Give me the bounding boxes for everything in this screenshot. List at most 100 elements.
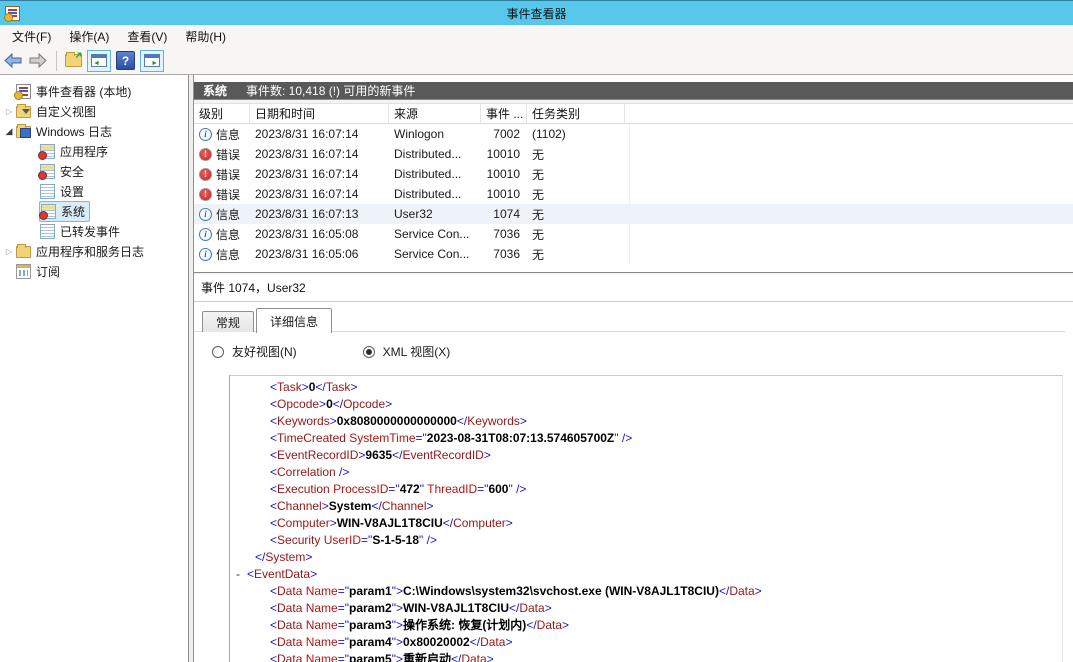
radio-circle[interactable] <box>363 346 375 358</box>
table-row[interactable]: i信息2023/8/31 16:07:13User321074无 <box>194 204 1073 224</box>
xml-token: > <box>310 567 317 581</box>
category-cell: 无 <box>527 166 625 183</box>
tree-item[interactable]: ◢Windows 日志 <box>0 121 188 141</box>
preview-pane-toggle-icon[interactable]: ► <box>140 50 164 72</box>
table-row[interactable]: i信息2023/8/31 16:05:08Service Con...7036无 <box>194 224 1073 244</box>
xml-token: Keywords <box>277 414 330 428</box>
xml-token: ProcessID <box>333 482 388 496</box>
xml-line: -<EventData> <box>230 566 1062 583</box>
event-id-cell: 7036 <box>481 227 527 241</box>
xml-token: > <box>385 397 392 411</box>
xml-token: </ <box>457 414 467 428</box>
table-row[interactable]: !错误2023/8/31 16:07:14Distributed...10010… <box>194 184 1073 204</box>
event-id-cell: 10010 <box>481 147 527 161</box>
open-saved-log-icon[interactable]: ➜ <box>65 54 82 67</box>
tree-item[interactable]: 订阅 <box>0 261 188 281</box>
friendly-view-radio[interactable]: 友好视图(N) <box>212 343 297 360</box>
level-label: 信息 <box>216 246 240 263</box>
expand-collapsed-icon[interactable]: ▷ <box>3 247 15 256</box>
xml-token: > <box>305 550 312 564</box>
xml-line: <TimeCreated SystemTime="2023-08-31T08:0… <box>230 430 1062 447</box>
error-icon: ! <box>199 188 212 201</box>
xml-token: =" <box>338 618 349 632</box>
xml-token: > <box>545 601 552 615</box>
tree-item-body: 已转发事件 <box>39 222 124 241</box>
tree-item[interactable]: 设置 <box>0 181 188 201</box>
datetime-cell: 2023/8/31 16:05:06 <box>250 247 389 261</box>
help-icon[interactable]: ? <box>116 51 135 70</box>
xml-token: =" <box>338 652 349 662</box>
title-bar[interactable]: 事件查看器 <box>0 0 1073 25</box>
column-header[interactable]: 日期和时间 <box>250 104 389 123</box>
xml-token: < <box>270 533 277 547</box>
table-empty-space <box>194 264 1073 272</box>
column-header[interactable]: 来源 <box>389 104 481 123</box>
xml-token: > <box>322 499 329 513</box>
table-row[interactable]: i信息2023/8/31 16:05:06Service Con...7036无 <box>194 244 1073 264</box>
error-icon: ! <box>199 168 212 181</box>
radio-circle[interactable] <box>212 346 224 358</box>
collapse-marker[interactable]: - <box>236 566 240 583</box>
xml-token: Execution <box>277 482 333 496</box>
xml-token: UserID <box>324 533 361 547</box>
console-tree-toggle-icon[interactable]: ◄ <box>87 50 111 72</box>
table-row[interactable]: !错误2023/8/31 16:07:14Distributed...10010… <box>194 164 1073 184</box>
menu-item[interactable]: 查看(V) <box>118 25 176 48</box>
log-icon <box>40 224 55 239</box>
xml-token: > <box>520 414 527 428</box>
xml-token: </ <box>443 516 453 530</box>
folder-icon <box>16 246 31 258</box>
column-header[interactable]: 事件 ... <box>481 104 527 123</box>
xml-token: C:\Windows\system32\svchost.exe (WIN-V8A… <box>403 584 719 598</box>
xml-token: =" <box>477 482 488 496</box>
column-header[interactable]: 级别 <box>194 104 250 123</box>
tree-item-label: 自定义视图 <box>36 103 96 120</box>
console-tree: 事件查看器 (本地) ▷ 自定义视图◢Windows 日志应用程序安全设置系统已转发… <box>0 75 188 662</box>
xml-token: < <box>247 567 254 581</box>
back-icon[interactable] <box>3 53 23 68</box>
menu-item[interactable]: 文件(F) <box>3 25 60 48</box>
xml-token: < <box>270 397 277 411</box>
table-row[interactable]: !错误2023/8/31 16:07:14Distributed...10010… <box>194 144 1073 164</box>
menu-item[interactable]: 操作(A) <box>60 25 118 48</box>
datetime-cell: 2023/8/31 16:07:14 <box>250 127 389 141</box>
expand-expanded-icon[interactable]: ◢ <box>3 126 15 137</box>
tree-item-label: 已转发事件 <box>60 223 120 240</box>
xml-view: <Task>0</Task><Opcode>0</Opcode><Keyword… <box>229 375 1063 662</box>
xml-token: > <box>319 397 326 411</box>
xml-token: > <box>302 380 309 394</box>
tree-item[interactable]: 应用程序 <box>0 141 188 161</box>
event-id-cell: 10010 <box>481 187 527 201</box>
xml-token: param1 <box>349 584 392 598</box>
xml-token: 600 <box>488 482 508 496</box>
xml-line: <Data Name="param5">重新启动</Data> <box>230 651 1062 662</box>
tab-details[interactable]: 详细信息 <box>256 308 332 333</box>
tree-item[interactable]: ▷ 自定义视图 <box>0 101 188 121</box>
xml-view-radio[interactable]: XML 视图(X) <box>363 343 451 360</box>
level-cell: !错误 <box>194 146 250 163</box>
forward-icon[interactable] <box>28 53 48 68</box>
table-row[interactable]: i信息2023/8/31 16:07:14Winlogon7002(1102) <box>194 124 1073 144</box>
event-id-cell: 7002 <box>481 127 527 141</box>
tree-item[interactable]: ▷应用程序和服务日志 <box>0 241 188 261</box>
xml-token: ThreadID <box>427 482 477 496</box>
column-header[interactable]: 任务类别 <box>527 104 625 123</box>
xml-token: Opcode <box>343 397 385 411</box>
tree-item[interactable]: 事件查看器 (本地) <box>0 81 188 101</box>
tab-general[interactable]: 常规 <box>202 311 254 332</box>
xml-line: <Task>0</Task> <box>230 379 1062 396</box>
xml-token: Keywords <box>467 414 520 428</box>
menu-item[interactable]: 帮助(H) <box>176 25 235 48</box>
expand-collapsed-icon[interactable]: ▷ <box>3 107 15 116</box>
tree-item[interactable]: 系统 <box>0 201 188 221</box>
xml-token: < <box>270 448 277 462</box>
xml-token: </ <box>470 635 480 649</box>
tree-item[interactable]: 安全 <box>0 161 188 181</box>
xml-token: Name <box>306 635 338 649</box>
xml-line: <Data Name="param2">WIN-V8AJL1T8CIU</Dat… <box>230 600 1062 617</box>
xml-token: Data <box>277 635 306 649</box>
level-label: 错误 <box>216 146 240 163</box>
detail-tabs: 常规详细信息 <box>194 302 1073 332</box>
xml-token: S-1-5-18 <box>372 533 419 547</box>
tree-item[interactable]: 已转发事件 <box>0 221 188 241</box>
